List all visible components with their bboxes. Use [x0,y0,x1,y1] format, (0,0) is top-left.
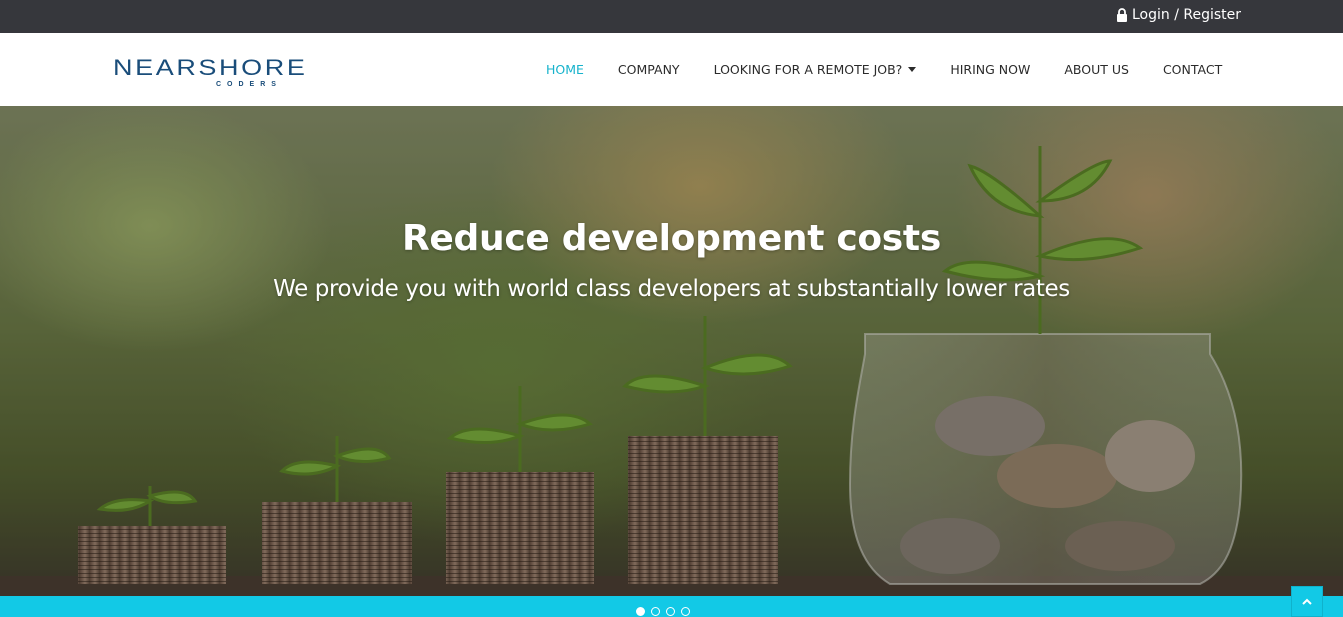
hero-subtitle: We provide you with world class develope… [273,276,1070,302]
nearshore-logo[interactable]: NEARSHORE CODERS [113,57,395,97]
carousel-dot-1[interactable] [636,607,645,616]
top-bar: Login / Register [0,0,1343,33]
back-to-top-button[interactable] [1291,586,1323,617]
login-register-link[interactable]: Login / Register [1116,7,1241,23]
lock-icon [1116,8,1128,22]
nav-remote-job-dropdown[interactable]: LOOKING FOR A REMOTE JOB? [714,62,917,77]
site-header: NEARSHORE CODERS HOME COMPANY LOOKING FO… [0,33,1343,106]
hero-dim-overlay [0,106,1343,596]
carousel-dot-3[interactable] [666,607,675,616]
main-nav: HOME COMPANY LOOKING FOR A REMOTE JOB? H… [546,33,1222,106]
nav-home[interactable]: HOME [546,62,584,77]
nav-about-us[interactable]: ABOUT US [1064,62,1129,77]
carousel-dot-4[interactable] [681,607,690,616]
carousel-indicators [636,607,690,616]
nav-remote-job-label: LOOKING FOR A REMOTE JOB? [713,62,903,77]
nav-hiring-now[interactable]: HIRING NOW [950,62,1030,77]
caret-down-icon [908,67,917,72]
nav-contact[interactable]: CONTACT [1163,62,1222,77]
hero-banner [0,106,1343,596]
carousel-dot-2[interactable] [651,607,660,616]
nav-company[interactable]: COMPANY [618,62,680,77]
hero-title: Reduce development costs [402,218,941,259]
logo-wordmark: NEARSHORE [113,55,308,80]
logo-tagline: CODERS [216,81,282,88]
login-register-label: Login / Register [1131,7,1241,23]
chevron-up-icon [1302,593,1312,611]
